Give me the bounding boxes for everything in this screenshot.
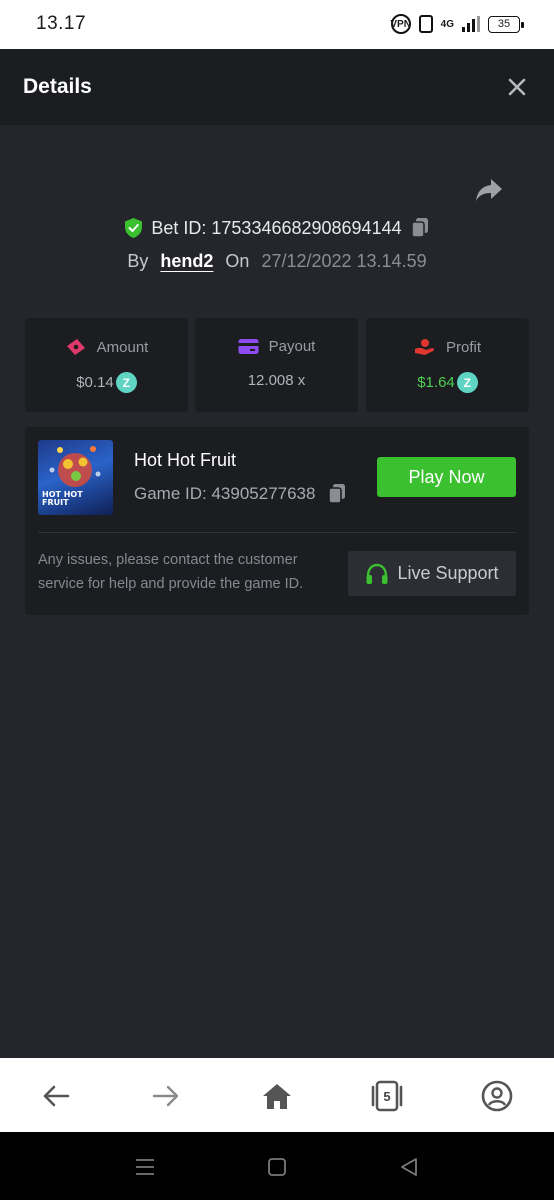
system-nav-bar [0, 1132, 554, 1200]
details-header: Details [0, 49, 554, 125]
support-hint-text: Any issues, please contact the customer … [38, 552, 304, 592]
game-id-row: Game ID: 43905277638 [134, 483, 347, 505]
game-thumbnail[interactable]: HOT HOT FRUIT [38, 440, 113, 515]
by-label: By [127, 250, 149, 271]
battery-level: 35 [497, 18, 511, 30]
live-support-button[interactable]: Live Support [348, 551, 516, 596]
forward-button[interactable] [150, 1080, 182, 1112]
share-button[interactable] [474, 176, 504, 204]
divider [38, 532, 516, 533]
close-button[interactable] [506, 76, 528, 98]
thumbnail-logo: HOT HOT FRUIT [42, 490, 83, 507]
home-button[interactable] [261, 1080, 293, 1112]
profit-hand-icon [414, 339, 435, 355]
verified-shield-icon [125, 218, 143, 238]
battery-icon: 35 [488, 15, 524, 33]
share-icon [476, 179, 502, 201]
profit-label: Profit [445, 338, 481, 356]
game-id-text: Game ID: 43905277638 [134, 484, 316, 503]
status-bar: 13.17 VPN 4G 35 [0, 0, 554, 49]
username-link[interactable]: hend2 [160, 251, 213, 272]
headset-icon [366, 563, 388, 584]
payout-value: 12.008 x [247, 372, 306, 389]
arrow-left-icon [43, 1085, 70, 1107]
browser-nav-bar: 5 [0, 1058, 554, 1132]
amount-value: $0.14 [76, 374, 114, 391]
status-icons: VPN 4G 35 [390, 14, 524, 34]
coin-icon: Z [115, 372, 137, 393]
back-triangle-icon[interactable] [398, 1156, 420, 1178]
home-icon [263, 1084, 291, 1109]
bet-id-text: Bet ID: 1753346682908694144 [151, 217, 402, 238]
network-type-label: 4G [440, 18, 454, 30]
money-hand-icon [66, 339, 85, 355]
vpn-icon: VPN [390, 14, 411, 34]
copy-icon [410, 218, 428, 238]
game-panel: HOT HOT FRUIT Hot Hot Fruit Game ID: 439… [25, 427, 529, 615]
bet-author-row: By hend2 On 27/12/2022 13.14.59 [0, 248, 554, 274]
close-icon [508, 78, 526, 96]
user-circle-icon [481, 1080, 513, 1112]
copy-bet-id-button[interactable] [410, 217, 430, 239]
arrow-right-icon [152, 1085, 179, 1107]
back-button[interactable] [40, 1080, 72, 1112]
coin-icon: Z [456, 372, 478, 393]
vibrate-icon [418, 15, 433, 33]
tabs-count: 5 [383, 1088, 391, 1104]
page-title: Details [23, 75, 92, 98]
copy-icon [328, 484, 346, 504]
play-now-button[interactable]: Play Now [377, 457, 516, 497]
payout-card: Payout 12.008 x [195, 318, 358, 412]
amount-card: Amount $0.14 Z [25, 318, 188, 412]
menu-icon[interactable] [134, 1156, 156, 1178]
game-title: Hot Hot Fruit [134, 450, 237, 470]
on-label: On [225, 250, 250, 271]
copy-game-id-button[interactable] [327, 483, 347, 505]
status-time: 13.17 [36, 13, 87, 34]
profit-value: $1.64 [417, 374, 455, 391]
account-button[interactable] [481, 1080, 513, 1112]
bet-datetime: 27/12/2022 13.14.59 [261, 250, 427, 271]
payout-label: Payout [268, 338, 316, 355]
home-square-icon[interactable] [266, 1156, 288, 1178]
profit-card: Profit $1.64 Z [366, 318, 529, 412]
live-support-label: Live Support [397, 563, 499, 583]
tabs-button[interactable]: 5 [371, 1080, 403, 1112]
amount-label: Amount [96, 338, 149, 356]
signal-icon [462, 16, 480, 32]
bet-id-row: Bet ID: 1753346682908694144 [0, 215, 554, 241]
card-icon [238, 339, 259, 354]
